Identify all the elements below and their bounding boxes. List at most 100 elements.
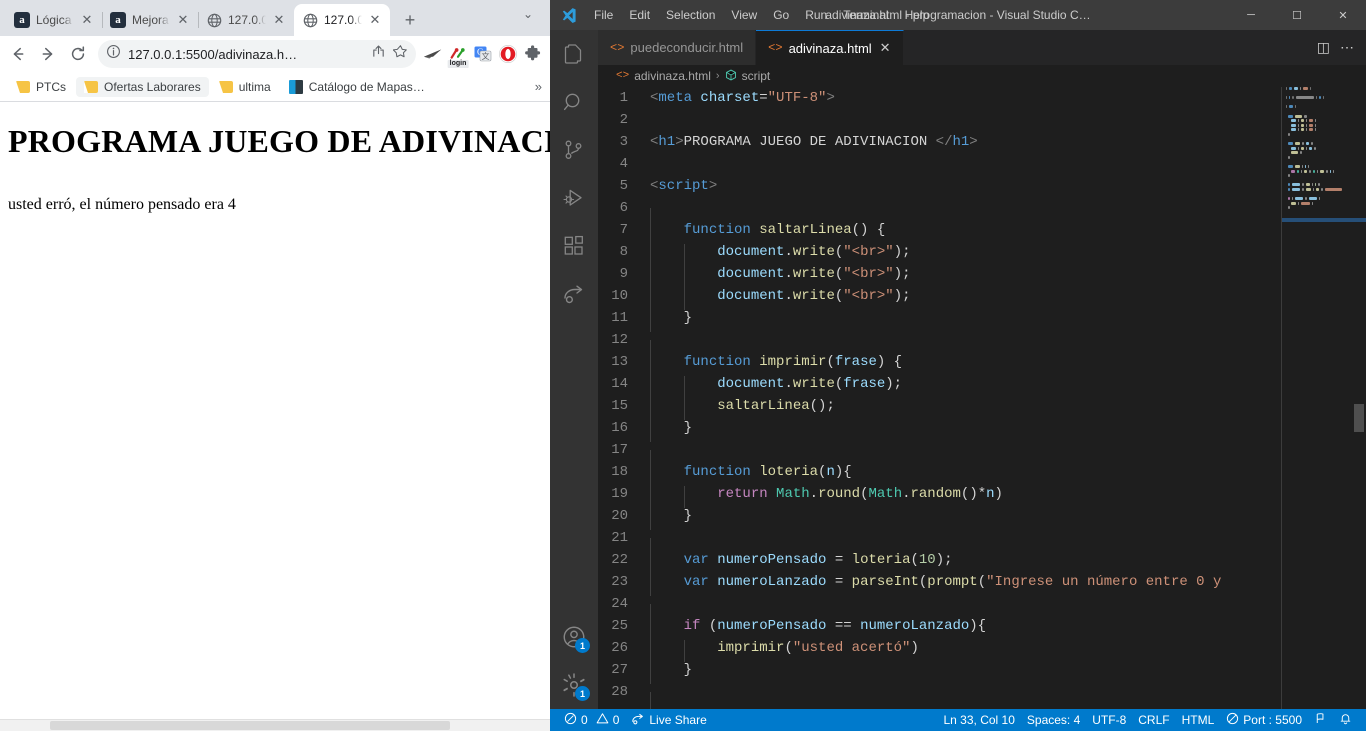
amazon-icon: a <box>110 12 126 28</box>
code-line[interactable]: 7 function saltarLinea() { <box>598 219 1282 244</box>
status-eol[interactable]: CRLF <box>1132 709 1175 731</box>
code-editor[interactable]: 1 <meta charset="UTF-8"> 2 3 <h1>PROGRAMA JU… <box>598 87 1366 709</box>
code-line[interactable]: 24 <box>598 593 1282 626</box>
close-icon[interactable]: ✕ <box>368 12 382 27</box>
live-share-icon[interactable] <box>550 270 598 318</box>
browser-tab-3[interactable]: 127.0.0 ✕ <box>198 4 294 36</box>
opera-extension-icon[interactable] <box>497 43 519 65</box>
address-bar[interactable]: 127.0.0.1:5500/adivinaza.h… <box>98 40 416 68</box>
page-horizontal-scrollbar[interactable] <box>0 719 550 731</box>
source-control-icon[interactable] <box>550 126 598 174</box>
menu-selection[interactable]: Selection <box>658 4 723 26</box>
menu-run[interactable]: Run <box>797 4 835 26</box>
menu-file[interactable]: File <box>586 4 621 26</box>
address-bar-url[interactable]: 127.0.0.1:5500/adivinaza.h… <box>128 47 364 62</box>
close-icon[interactable]: ✕ <box>176 12 190 27</box>
editor-tab-adivinaza-active[interactable]: <> adivinaza.html ✕ <box>756 30 904 65</box>
more-actions-icon[interactable]: ⋯ <box>1340 39 1354 56</box>
accounts-icon[interactable]: 1 <box>550 613 598 661</box>
status-encoding[interactable]: UTF-8 <box>1086 709 1132 731</box>
code-line[interactable]: 8 document.write("<br>"); <box>598 241 1282 266</box>
reload-button[interactable] <box>64 40 92 68</box>
code-line[interactable]: 2 <box>598 109 1282 131</box>
code-line[interactable]: 1 <meta charset="UTF-8"> <box>598 87 1282 109</box>
extensions-puzzle-icon[interactable] <box>522 43 544 65</box>
run-and-debug-icon[interactable] <box>550 174 598 222</box>
code-line[interactable]: 18 function loteria(n){ <box>598 461 1282 486</box>
menu-edit[interactable]: Edit <box>621 4 658 26</box>
code-line[interactable]: 22 var numeroPensado = loteria(10); <box>598 549 1282 574</box>
code-line[interactable]: 14 document.write(frase); <box>598 373 1282 398</box>
new-tab-button[interactable]: + <box>396 6 424 34</box>
maximize-button[interactable]: ☐ <box>1274 0 1320 30</box>
status-notifications[interactable] <box>1333 709 1358 731</box>
close-icon[interactable]: ✕ <box>80 12 94 27</box>
browser-tab-1[interactable]: a Lógica ✕ <box>6 4 103 36</box>
scrollbar-thumb[interactable] <box>50 721 450 730</box>
code-line[interactable]: 6 <box>598 197 1282 230</box>
login-pins-extension-icon[interactable]: login <box>447 43 469 68</box>
bookmarks-overflow-icon[interactable]: » <box>535 79 542 94</box>
share-icon[interactable] <box>371 44 386 64</box>
status-problems[interactable]: 0 0 <box>558 709 625 731</box>
status-feedback[interactable] <box>1308 709 1333 731</box>
code-line[interactable]: 26 imprimir("usted acertó") <box>598 637 1282 662</box>
code-line[interactable]: 21 <box>598 527 1282 560</box>
explorer-icon[interactable] <box>550 30 598 78</box>
code-line[interactable]: 3 <h1>PROGRAMA JUEGO DE ADIVINACION </h1> <box>598 131 1282 153</box>
site-info-icon[interactable] <box>106 44 121 64</box>
close-button[interactable]: ✕ <box>1320 0 1366 30</box>
code-token: imprimir <box>759 354 827 370</box>
chevron-down-icon[interactable]: ⌄ <box>518 4 538 24</box>
bookmark-ptcs[interactable]: PTCs <box>8 77 74 97</box>
dark-paper-plane-extension-icon[interactable] <box>422 43 444 65</box>
split-editor-icon[interactable]: ◫ <box>1317 39 1330 56</box>
extensions-icon[interactable] <box>550 222 598 270</box>
code-line[interactable]: 20 } <box>598 505 1282 530</box>
status-cursor-position[interactable]: Ln 33, Col 10 <box>938 709 1021 731</box>
menu-go[interactable]: Go <box>765 4 797 26</box>
code-line[interactable]: 9 document.write("<br>"); <box>598 263 1282 288</box>
code-lines-container[interactable]: 1 <meta charset="UTF-8"> 2 3 <h1>PROGRAMA JU… <box>598 87 1282 709</box>
settings-gear-icon[interactable]: 1 <box>550 661 598 709</box>
status-live-server-port[interactable]: Port : 5500 <box>1220 709 1308 731</box>
back-button[interactable] <box>4 40 32 68</box>
menu-view[interactable]: View <box>723 4 765 26</box>
code-line[interactable]: 5 <script> <box>598 175 1282 197</box>
scrollbar-thumb[interactable] <box>1354 404 1364 432</box>
code-line[interactable]: 19 return Math.round(Math.random()*n) <box>598 483 1282 508</box>
code-line[interactable]: 28 <box>598 681 1282 709</box>
bookmark-ultima[interactable]: ultima <box>211 77 279 97</box>
search-icon[interactable] <box>550 78 598 126</box>
code-line[interactable]: 15 saltarLinea(); <box>598 395 1282 420</box>
code-line[interactable]: 11 } <box>598 307 1282 332</box>
forward-button[interactable] <box>34 40 62 68</box>
code-line[interactable]: 25 if (numeroPensado == numeroLanzado){ <box>598 615 1282 640</box>
code-line[interactable]: 12 <box>598 329 1282 362</box>
breadcrumb-file[interactable]: adivinaza.html <box>634 69 711 83</box>
status-indentation[interactable]: Spaces: 4 <box>1021 709 1086 731</box>
code-line[interactable]: 13 function imprimir(frase) { <box>598 351 1282 376</box>
google-translate-extension-icon[interactable]: G文 <box>472 43 494 65</box>
status-live-share[interactable]: Live Share <box>625 709 712 731</box>
browser-tab-4-active[interactable]: 127.0.0 ✕ <box>294 4 390 36</box>
editor-tab-puedeconducir[interactable]: <> puedeconducir.html <box>598 30 757 65</box>
code-line[interactable]: 17 <box>598 439 1282 472</box>
editor-vertical-scrollbar[interactable] <box>1352 87 1366 709</box>
close-icon[interactable]: ✕ <box>272 12 286 27</box>
bookmark-ofertas-laborares[interactable]: Ofertas Laborares <box>76 76 209 97</box>
menu-help[interactable]: Help <box>897 4 938 26</box>
minimize-button[interactable]: ─ <box>1228 0 1274 30</box>
bookmark-star-icon[interactable] <box>392 44 408 64</box>
code-line[interactable]: 10 document.write("<br>"); <box>598 285 1282 310</box>
browser-tab-2[interactable]: a Mejora ✕ <box>102 4 199 36</box>
code-line[interactable]: 4 <box>598 153 1282 175</box>
bookmark-catalogo-de-mapas[interactable]: Catálogo de Mapas… <box>281 77 433 97</box>
menu-terminal[interactable]: Terminal <box>835 4 896 26</box>
code-line[interactable]: 23 var numeroLanzado = parseInt(prompt("… <box>598 571 1282 596</box>
code-line[interactable]: 16 } <box>598 417 1282 442</box>
breadcrumb-symbol[interactable]: script <box>742 69 771 83</box>
code-line[interactable]: 27 } <box>598 659 1282 684</box>
close-icon[interactable]: ✕ <box>880 40 891 56</box>
status-language-mode[interactable]: HTML <box>1176 709 1221 731</box>
